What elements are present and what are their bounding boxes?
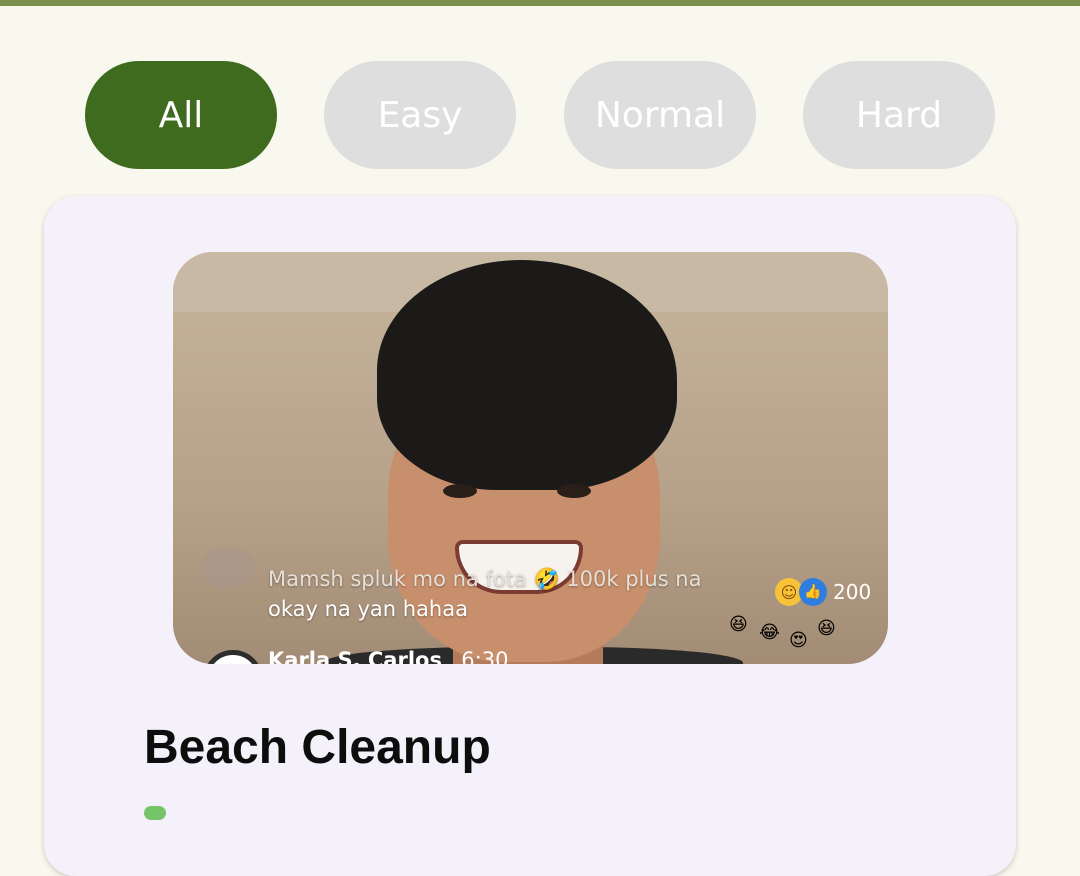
challenge-card[interactable]: Mamsh spluk mo na fota 🤣 100k plus na ok… xyxy=(44,196,1016,876)
difficulty-filter-bar: All Easy Normal Hard xyxy=(85,61,995,169)
reaction-count: 200 xyxy=(833,580,872,604)
floating-emoji-icon: 😍 xyxy=(789,630,808,651)
thumbnail-eye-left xyxy=(443,484,477,498)
floating-emoji-icon: 😂 xyxy=(759,622,781,643)
comment-avatar xyxy=(201,548,255,588)
floating-reactions: 😆 😂 😍 😆 xyxy=(729,612,859,662)
floating-emoji-icon: 😆 xyxy=(817,618,836,639)
difficulty-indicator-icon xyxy=(144,806,166,820)
challenge-title: Beach Cleanup xyxy=(144,721,491,774)
commenter-name: Karla S. Carlos xyxy=(268,648,442,664)
live-comment-line1: Mamsh spluk mo na fota 🤣 100k plus na xyxy=(268,567,702,591)
like-reaction-icon: 👍 xyxy=(799,578,827,606)
filter-chip-hard[interactable]: Hard xyxy=(803,61,995,169)
commenter-avatar xyxy=(203,650,263,664)
top-accent-bar xyxy=(0,0,1080,6)
live-comment: Mamsh spluk mo na fota 🤣 100k plus na ok… xyxy=(268,564,701,624)
live-comment-line2: okay na yan hahaa xyxy=(268,597,468,621)
filter-chip-normal[interactable]: Normal xyxy=(564,61,756,169)
reaction-summary: ☺ 👍 200 xyxy=(775,578,871,606)
challenge-thumbnail[interactable]: Mamsh spluk mo na fota 🤣 100k plus na ok… xyxy=(173,252,888,664)
floating-emoji-icon: 😆 xyxy=(729,614,748,635)
commenter-info: Karla S. Carlos 6:30 xyxy=(268,648,508,664)
thumbnail-eye-right xyxy=(557,484,591,498)
filter-chip-easy[interactable]: Easy xyxy=(324,61,516,169)
filter-chip-all[interactable]: All xyxy=(85,61,277,169)
commenter-time: 6:30 xyxy=(461,648,509,664)
